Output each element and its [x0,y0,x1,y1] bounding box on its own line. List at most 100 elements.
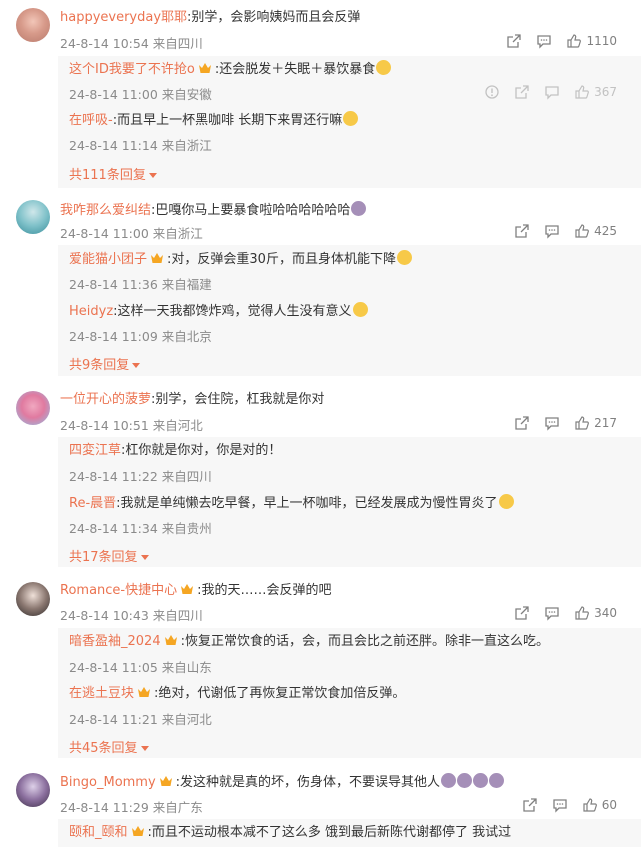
reply-box: 这个ID我要了不许抢o:还会脱发＋失眠＋暴饮暴食 24-8-14 11:00 来… [58,56,641,188]
comment-meta: 24-8-14 10:43 来自四川 [60,608,203,623]
like-button[interactable]: 367 [574,84,617,100]
reply-button[interactable] [544,605,560,621]
reply-text: 四変江草:杠你就是你对，你是对的！ [69,442,281,460]
comment-meta: 24-8-14 11:29 来自广东 [60,800,203,815]
username-link[interactable]: Re-晨晋 [69,496,116,511]
more-replies-label: 共111条回复 [69,168,146,183]
avatar[interactable] [16,8,50,42]
caret-down-icon [140,746,149,751]
comment-actions: 425 [500,222,617,240]
reply-button[interactable] [552,797,568,813]
reply-body: :我就是单纯懒去吃早餐，早上一杯咖啡，已经发展成为慢性胃炎了 [116,496,498,511]
avatar[interactable] [16,582,50,616]
reply-button[interactable] [544,223,560,239]
reply-box: 四変江草:杠你就是你对，你是对的！ 24-8-14 11:22 来自四川 Re-… [58,437,641,567]
more-replies-link[interactable]: 共111条回复 [69,164,157,183]
emoji-icon [396,250,412,265]
comment-meta: 24-8-14 10:54 来自四川 [60,36,203,51]
more-replies-link[interactable]: 共45条回复 [69,737,149,756]
emoji-icon [352,302,368,317]
reply-meta: 24-8-14 11:14 来自浙江 [69,138,212,153]
thumbs-up-icon [575,85,590,99]
reply-body: :这样一天我都馋炸鸡，觉得人生没有意义 [113,304,352,319]
like-count: 340 [594,606,617,620]
username-link[interactable]: 暗香盈袖_2024 [69,634,161,649]
crown-badge-icon [137,686,151,698]
crown-badge-icon [198,62,212,74]
username-link[interactable]: 爱能猫小团子 [69,252,147,267]
share-button[interactable] [514,223,530,239]
like-count: 1110 [586,34,617,48]
like-button[interactable]: 1110 [566,33,617,49]
username-link[interactable]: 一位开心的菠萝 [60,392,151,407]
comment-body: :别学，会住院，杠我就是你对 [151,392,325,407]
emoji-icon [498,494,514,509]
username-link[interactable]: 我咋那么爱纠结 [60,203,151,218]
share-button[interactable] [506,33,522,49]
reply-body: :绝对，代谢低了再恢复正常饮食加倍反弹。 [154,686,406,701]
reply-meta: 24-8-14 11:36 来自福建 [69,277,212,292]
comment-body: :我的天……会反弹的吧 [197,583,332,598]
crown-badge-icon [164,634,178,646]
reply-button[interactable] [544,415,560,431]
like-count: 425 [594,224,617,238]
emoji-icon [489,773,505,788]
reply-body: :杠你就是你对，你是对的！ [121,443,282,458]
comment-icon [545,86,559,100]
reply-body: :而且早上一杯黑咖啡 长期下来胃还行嘛 [112,113,343,128]
more-replies-link[interactable]: 共17条回复 [69,546,149,565]
reply-box: 颐和_颐和 :而且不运动根本减不了这么多 饿到最后新陈代谢都停了 我试过 [58,819,641,847]
reply-text: 这个ID我要了不许抢o :还会脱发＋失眠＋暴饮暴食 [69,60,392,79]
share-icon [515,416,529,430]
caret-down-icon [132,363,141,368]
reply-box: 暗香盈袖_2024:恢复正常饮食的话，会，而且会比之前还胖。除非一直这么吃。 2… [58,628,641,758]
thumbs-up-icon [567,34,582,48]
reply-button[interactable] [544,84,560,100]
username-link[interactable]: 四変江草 [69,443,121,458]
share-button[interactable] [514,415,530,431]
share-button[interactable] [514,84,530,100]
like-button[interactable]: 60 [582,797,617,813]
username-link[interactable]: 在逃土豆块 [69,686,134,701]
username-link[interactable]: Heidyz [69,304,113,319]
like-button[interactable]: 425 [574,223,617,239]
username-link[interactable]: 颐和_颐和 [69,825,128,840]
avatar[interactable] [16,391,50,425]
emoji-icon [376,60,392,75]
share-button[interactable] [514,605,530,621]
emoji-icon [473,773,489,788]
comment-meta: 24-8-14 11:00 来自浙江 [60,226,203,241]
reply-text: 在呼吸-:而且早上一杯黑咖啡 长期下来胃还行嘛 [69,111,359,130]
like-button[interactable]: 340 [574,605,617,621]
more-replies-link[interactable]: 共9条回复 [69,354,141,373]
reply-text: 在逃土豆块 :绝对，代谢低了再恢复正常饮食加倍反弹。 [69,685,405,703]
share-icon [507,34,522,48]
emoji-icon [351,201,367,216]
username-link[interactable]: 在呼吸- [69,113,113,128]
emoji-icon [441,773,457,788]
alert-circle-icon [485,85,499,99]
reply-button[interactable] [536,33,552,49]
comment-icon [545,417,559,431]
emoji-icon [343,111,359,126]
comment-icon [537,35,552,49]
reply-meta: 24-8-14 11:05 来自山东 [69,660,212,675]
thumbs-up-icon [575,224,590,238]
comment-body: :巴嘎你马上要暴食啦哈哈哈哈哈哈 [151,203,351,218]
username-link[interactable]: Romance-快捷中心 [60,583,177,598]
share-button[interactable] [522,797,538,813]
report-button[interactable] [484,84,500,100]
reply-body: :还会脱发＋失眠＋暴饮暴食 [214,62,376,77]
caret-down-icon [148,173,157,178]
reply-text: Heidyz:这样一天我都馋炸鸡，觉得人生没有意义 [69,302,368,321]
username-link[interactable]: 这个ID我要了不许抢o [69,62,195,77]
reply-body: :而且不运动根本减不了这么多 饿到最后新陈代谢都停了 我试过 [147,825,512,840]
avatar[interactable] [16,773,50,807]
like-button[interactable]: 217 [574,415,617,431]
comment-actions: 217 [500,414,617,432]
avatar[interactable] [16,200,50,234]
username-link[interactable]: happyeveryday耶耶 [60,10,187,25]
crown-badge-icon [180,583,194,595]
username-link[interactable]: Bingo_Mommy [60,775,156,790]
share-icon [523,798,537,812]
